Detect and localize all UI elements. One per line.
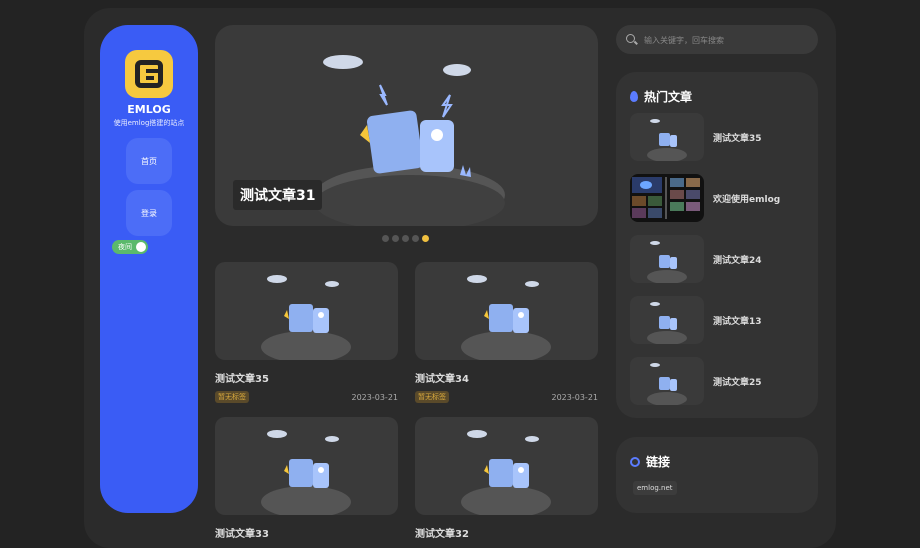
carousel-dot[interactable]	[412, 235, 419, 242]
article-thumbnail[interactable]	[415, 262, 598, 360]
fire-icon	[630, 91, 638, 102]
article-illustration	[461, 275, 551, 360]
hot-article-thumbnail[interactable]	[630, 174, 704, 222]
link-emlog-net[interactable]: emlog.net	[633, 481, 677, 495]
night-mode-label: 夜间	[118, 243, 132, 251]
carousel-dot-active[interactable]	[422, 235, 429, 242]
hot-article-item[interactable]: 欢迎使用emlog	[630, 174, 810, 222]
search-bar[interactable]	[616, 25, 818, 54]
article-card[interactable]: 测试文章35 暂无标签 2023-03-21	[215, 262, 398, 403]
article-title[interactable]: 测试文章34	[415, 370, 598, 385]
article-title[interactable]: 测试文章35	[215, 370, 398, 385]
hot-article-title[interactable]: 测试文章35	[713, 131, 762, 144]
hot-article-thumbnail[interactable]	[630, 113, 704, 161]
logo[interactable]	[125, 50, 173, 98]
article-date: 2023-03-21	[551, 392, 599, 402]
link-icon	[630, 456, 640, 467]
carousel-dot[interactable]	[402, 235, 409, 242]
hot-article-title[interactable]: 测试文章24	[713, 253, 762, 266]
links-header: 链接	[630, 453, 670, 470]
article-date: 2023-03-21	[351, 392, 399, 402]
article-meta: 暂无标签 2023-03-21	[415, 391, 598, 403]
search-input[interactable]	[644, 33, 804, 47]
hot-article-thumbnail[interactable]	[630, 357, 704, 405]
article-illustration	[461, 430, 551, 515]
hot-article-illustration	[647, 302, 687, 344]
article-thumbnail[interactable]	[415, 417, 598, 515]
article-thumbnail[interactable]	[215, 262, 398, 360]
hero-slide[interactable]: 测试文章31	[215, 25, 598, 226]
hot-articles-header: 热门文章	[630, 88, 692, 105]
article-tag[interactable]: 暂无标签	[215, 391, 249, 403]
links-title: 链接	[646, 455, 671, 469]
site-name: EMLOG	[127, 103, 171, 116]
hot-article-illustration	[647, 241, 687, 283]
hot-article-item[interactable]: 测试文章25	[630, 357, 810, 405]
article-title[interactable]: 测试文章32	[415, 525, 598, 540]
hot-article-screenshot	[630, 174, 704, 222]
hot-article-title[interactable]: 测试文章13	[713, 314, 762, 327]
hot-article-thumbnail[interactable]	[630, 296, 704, 344]
article-card[interactable]: 测试文章33	[215, 417, 398, 540]
hot-article-title[interactable]: 测试文章25	[713, 375, 762, 388]
hot-article-item[interactable]: 测试文章24	[630, 235, 810, 283]
search-icon	[626, 34, 635, 43]
hot-articles-panel: 热门文章 测试文章35 欢迎使用emlog 测试文章24 测试文章13 测试文章…	[616, 72, 818, 418]
hot-article-item[interactable]: 测试文章35	[630, 113, 810, 161]
hot-article-title[interactable]: 欢迎使用emlog	[713, 192, 780, 205]
site-description: 使用emlog搭建的站点	[113, 119, 185, 127]
article-illustration	[261, 430, 351, 515]
article-meta: 暂无标签 2023-03-21	[215, 391, 398, 403]
links-panel: 链接	[616, 437, 818, 513]
article-card[interactable]: 测试文章34 暂无标签 2023-03-21	[415, 262, 598, 403]
carousel-dots	[382, 235, 429, 242]
hot-article-illustration	[647, 119, 687, 161]
night-mode-toggle[interactable]: 夜间	[112, 240, 148, 254]
article-tag[interactable]: 暂无标签	[415, 391, 449, 403]
article-thumbnail[interactable]	[215, 417, 398, 515]
home-button[interactable]: 首页	[126, 138, 172, 184]
hot-article-illustration	[647, 363, 687, 405]
carousel-dot[interactable]	[382, 235, 389, 242]
hot-articles-title: 热门文章	[644, 90, 693, 104]
logo-icon	[135, 60, 163, 88]
article-title[interactable]: 测试文章33	[215, 525, 398, 540]
carousel-dot[interactable]	[392, 235, 399, 242]
article-illustration	[261, 275, 351, 360]
login-button[interactable]: 登录	[126, 190, 172, 236]
hot-article-item[interactable]: 测试文章13	[630, 296, 810, 344]
article-card[interactable]: 测试文章32	[415, 417, 598, 540]
sidebar: EMLOG 使用emlog搭建的站点 首页 登录 夜间	[100, 25, 198, 513]
hero-title[interactable]: 测试文章31	[233, 180, 323, 210]
toggle-knob	[136, 242, 146, 252]
hot-article-thumbnail[interactable]	[630, 235, 704, 283]
